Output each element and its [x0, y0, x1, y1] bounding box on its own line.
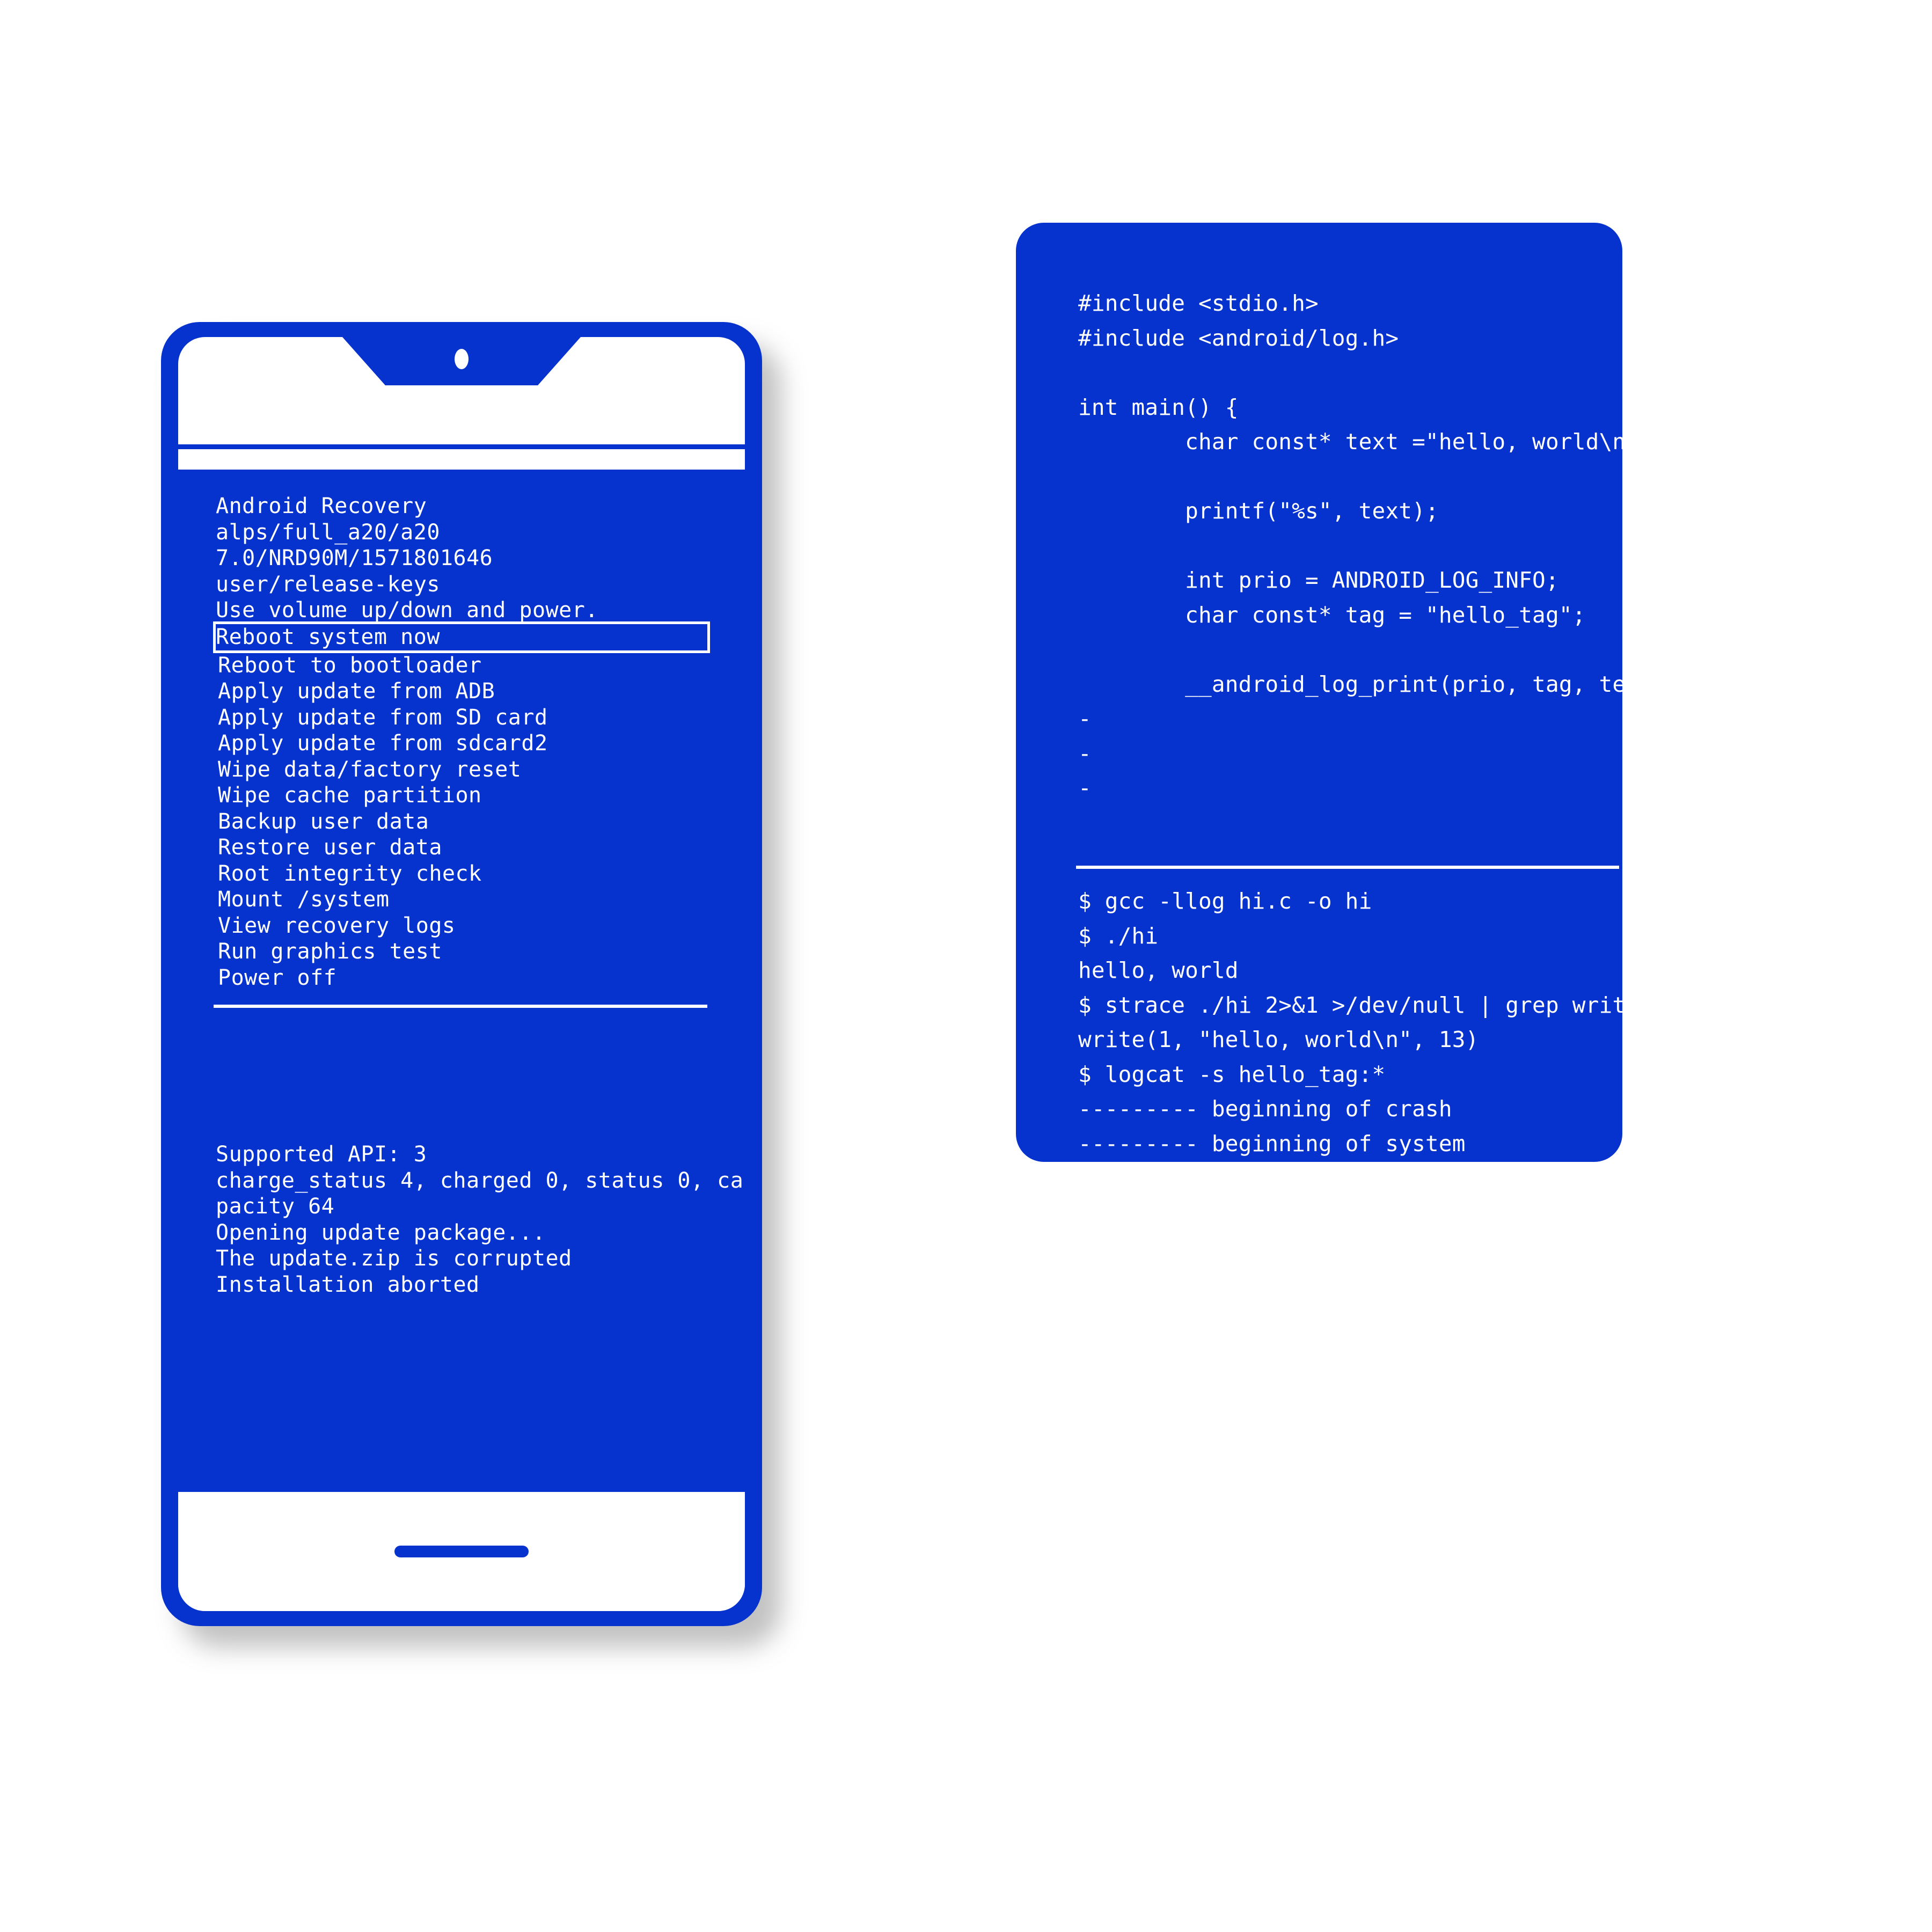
shell-line-logcat-entry-1: I/hello_tag(18229): hello, world	[1078, 1199, 1506, 1226]
recovery-screen: Android Recovery alps/full_a20/a20 7.0/N…	[178, 470, 745, 1492]
terminal-content: #include <stdio.h> #include <android/log…	[1016, 223, 1679, 1357]
phone-device: Android Recovery alps/full_a20/a20 7.0/N…	[161, 322, 762, 1626]
recovery-divider	[214, 1005, 707, 1008]
code-line-blank-3	[1078, 529, 1679, 564]
source-code-block: #include <stdio.h> #include <android/log…	[1078, 286, 1679, 806]
shell-line-logcat-entry-2: I/hello_tag(18237): hello, world	[1078, 1234, 1506, 1260]
status-supported-api: Supported API: 3	[216, 1142, 427, 1167]
menu-item-reboot-to-bootloader[interactable]: Reboot to bootloader	[216, 653, 707, 679]
shell-line-logcat: $ logcat -s hello_tag:*	[1078, 1061, 1386, 1087]
menu-item-mount-system[interactable]: Mount /system	[216, 887, 707, 913]
code-line-text-decl: char const* text ="hello, world\n";	[1078, 429, 1653, 455]
recovery-build-line: 7.0/NRD90M/1571801646	[216, 546, 493, 570]
menu-item-reboot-system-now[interactable]: Reboot system now	[213, 621, 710, 653]
front-camera-icon	[455, 349, 469, 369]
code-line-blank-4	[1078, 632, 1679, 667]
code-line-blank-2	[1078, 459, 1679, 494]
menu-item-run-graphics-test[interactable]: Run graphics test	[216, 939, 707, 965]
shell-line-beginning-crash: --------- beginning of crash	[1078, 1096, 1452, 1122]
menu-item-wipe-data-factory-reset[interactable]: Wipe data/factory reset	[216, 757, 707, 783]
recovery-hint-line: Use volume up/down and power.	[216, 598, 598, 623]
menu-item-apply-update-adb[interactable]: Apply update from ADB	[216, 678, 707, 705]
status-opening-package: Opening update package...	[216, 1220, 546, 1245]
status-zip-corrupted: The update.zip is corrupted	[216, 1246, 572, 1271]
shell-line-run-hi: $ ./hi	[1078, 923, 1159, 949]
recovery-status-log: Supported API: 3 charge_status 4, charge…	[216, 1141, 743, 1298]
home-indicator[interactable]	[394, 1546, 529, 1557]
status-install-aborted: Installation aborted	[216, 1272, 480, 1297]
code-line-tag: char const* tag = "hello_tag";	[1078, 602, 1586, 628]
menu-item-wipe-cache-partition[interactable]: Wipe cache partition	[216, 782, 707, 809]
terminal-panel: #include <stdio.h> #include <android/log…	[1016, 223, 1679, 1357]
shell-line-hello-world: hello, world	[1078, 957, 1239, 983]
code-line-dash-1: -	[1078, 706, 1092, 731]
shell-line-beginning-main: --------- beginning of main	[1078, 1165, 1439, 1191]
phone-chin	[178, 1492, 745, 1611]
phone-screen-area: Android Recovery alps/full_a20/a20 7.0/N…	[178, 337, 745, 1611]
code-line-main: int main() {	[1078, 394, 1239, 420]
tmux-host-clock: "localhost" 03:26 07-Dec-24	[1260, 1331, 1620, 1357]
menu-item-root-integrity-check[interactable]: Root integrity check	[216, 861, 707, 887]
code-line-blank-1	[1078, 355, 1679, 390]
recovery-device-line: alps/full_a20/a20	[216, 519, 440, 545]
recovery-keys-line: user/release-keys	[216, 572, 440, 597]
phone-notch	[342, 337, 581, 385]
menu-item-view-recovery-logs[interactable]: View recovery logs	[216, 913, 707, 939]
shell-line-write-syscall: write(1, "hello, world\n", 13)	[1078, 1027, 1479, 1052]
menu-item-restore-user-data[interactable]: Restore user data	[216, 835, 707, 861]
tmux-session-label[interactable]: [0] 0:bash*	[1078, 1327, 1225, 1362]
code-line-include-log: #include <android/log.h>	[1078, 325, 1399, 351]
code-line-dash-2: -	[1078, 740, 1092, 766]
recovery-menu[interactable]: Reboot system now Reboot to bootloader A…	[213, 621, 710, 991]
shell-line-strace: $ strace ./hi 2>&1 >/dev/null | grep wri…	[1078, 992, 1666, 1018]
tmux-status-bar: [0] 0:bash* "localhost" 03:26 07-Dec-24	[1078, 1327, 1620, 1362]
status-charge-line-2: pacity 64	[216, 1194, 335, 1219]
shell-line-gcc: $ gcc -llog hi.c -o hi	[1078, 888, 1372, 914]
shell-output-block: $ gcc -llog hi.c -o hi $ ./hi hello, wor…	[1078, 884, 1666, 1265]
code-line-printf: printf("%s", text);	[1078, 498, 1439, 524]
terminal-pane-divider	[1076, 866, 1619, 869]
recovery-header: Android Recovery alps/full_a20/a20 7.0/N…	[216, 493, 598, 624]
code-line-dash-3: -	[1078, 775, 1092, 801]
code-line-include-stdio: #include <stdio.h>	[1078, 290, 1319, 316]
recovery-title: Android Recovery	[216, 494, 427, 518]
menu-item-power-off[interactable]: Power off	[216, 965, 707, 991]
status-charge-line-1: charge_status 4, charged 0, status 0, ca	[216, 1168, 744, 1193]
code-line-prio: int prio = ANDROID_LOG_INFO;	[1078, 567, 1559, 593]
earpiece-speaker-line	[178, 444, 745, 449]
shell-line-beginning-system: --------- beginning of system	[1078, 1130, 1466, 1157]
menu-item-backup-user-data[interactable]: Backup user data	[216, 809, 707, 835]
menu-item-apply-update-sd-card[interactable]: Apply update from SD card	[216, 705, 707, 731]
code-line-log-print: __android_log_print(prio, tag, text);	[1078, 671, 1679, 697]
menu-item-apply-update-sdcard2[interactable]: Apply update from sdcard2	[216, 730, 707, 757]
